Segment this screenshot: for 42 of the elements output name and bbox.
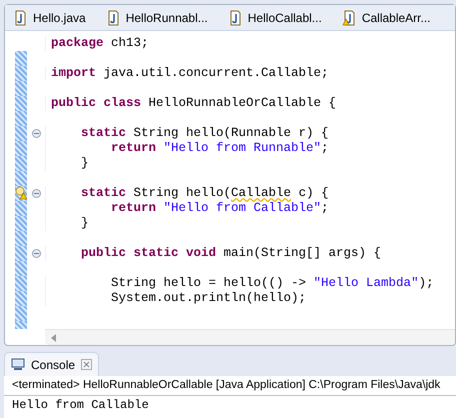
change-ruler: [15, 51, 27, 66]
change-ruler: [15, 126, 27, 141]
console-tab[interactable]: Console: [4, 352, 100, 376]
code-line: public class HelloRunnableOrCallable {: [51, 96, 336, 111]
close-icon[interactable]: [81, 359, 92, 370]
change-ruler: [15, 66, 27, 81]
change-ruler: [15, 291, 27, 306]
code-line: return "Hello from Callable";: [111, 201, 329, 216]
change-ruler: [15, 246, 27, 261]
change-ruler: [15, 201, 27, 216]
fold-toggle-icon[interactable]: [32, 249, 40, 258]
code-line: System.out.println(hello);: [111, 291, 306, 306]
code-line: static String hello(Callable c) {: [81, 186, 329, 201]
change-ruler: [15, 216, 27, 231]
editor-tab[interactable]: Hello.java: [13, 8, 86, 26]
fold-toggle-icon[interactable]: [32, 189, 40, 198]
change-ruler: [15, 261, 27, 276]
code-line: static String hello(Runnable r) {: [81, 126, 329, 141]
editor-tab[interactable]: HelloRunnabl...: [106, 8, 208, 26]
console-output: Hello from Callable: [11, 397, 150, 414]
code-line: public static void main(String[] args) {: [81, 246, 382, 261]
code-line: String hello = hello(() -> "Hello Lambda");: [111, 276, 434, 291]
change-ruler: [15, 156, 27, 171]
code-line: import java.util.concurrent.Callable;: [51, 66, 329, 81]
code-line: package ch13;: [51, 36, 149, 51]
change-ruler: [15, 276, 27, 291]
change-ruler: [15, 231, 27, 246]
console-status: <terminated> HelloRunnableOrCallable [Java Application] C:\Program Files\Java\jdk: [4, 376, 456, 396]
console-tab-label: Console: [31, 356, 76, 374]
change-ruler: [15, 111, 27, 126]
editor-tab[interactable]: HelloCallabl...: [228, 8, 322, 26]
scroll-left-icon[interactable]: [51, 334, 57, 342]
code-line: }: [81, 156, 89, 171]
fold-toggle-icon[interactable]: [32, 129, 40, 138]
change-ruler: [15, 96, 27, 111]
change-ruler: [15, 141, 27, 156]
monitor-icon: [11, 358, 25, 371]
change-ruler: [15, 81, 27, 96]
code-line: }: [81, 216, 89, 231]
editor-tab[interactable]: CallableArr...: [342, 8, 431, 26]
change-ruler: [15, 171, 27, 186]
code-line: return "Hello from Runnable";: [111, 141, 329, 156]
